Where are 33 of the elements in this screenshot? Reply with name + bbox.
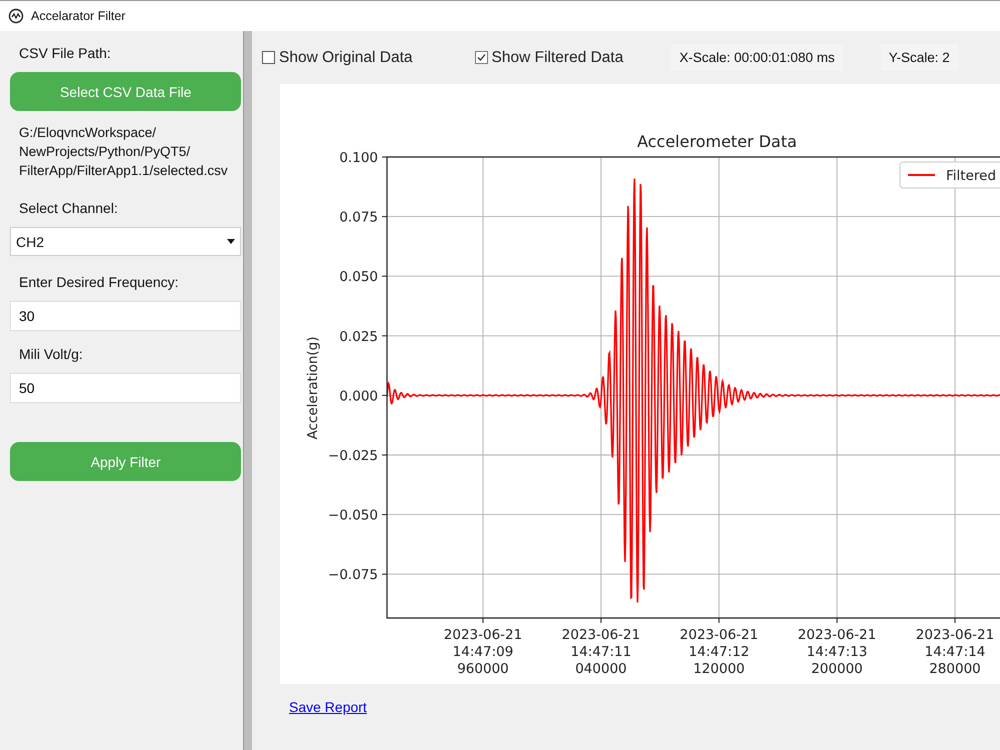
chart-title: Accelerometer Data bbox=[637, 132, 797, 151]
tick-label: 0.050 bbox=[339, 269, 378, 286]
y-scale-label: Y-Scale: 2 bbox=[880, 44, 958, 71]
tick-label: 2023-06-21 14:47:12 120000 bbox=[680, 627, 758, 677]
frequency-field[interactable]: 30 bbox=[10, 301, 242, 331]
millivolt-field[interactable]: 50 bbox=[10, 373, 242, 403]
field-label: Enter Desired Frequency: bbox=[18, 273, 180, 292]
legend-label: Filtered bbox=[946, 168, 996, 184]
channel-dropdown[interactable]: CH2 bbox=[10, 227, 242, 256]
tick-label: −0.075 bbox=[328, 567, 378, 584]
field-label: Select Channel: bbox=[18, 199, 119, 218]
tick-label: 2023-06-21 14:47:11 040000 bbox=[562, 627, 640, 677]
field-label: CSV File Path: bbox=[18, 44, 112, 63]
checkbox[interactable]: Show Filtered Data bbox=[474, 48, 624, 66]
checkbox[interactable]: Show Original Data bbox=[262, 48, 413, 66]
tick-label: 2023-06-21 14:47:14 280000 bbox=[916, 627, 994, 677]
tick-label: 0.000 bbox=[339, 388, 378, 404]
tick-label: −0.025 bbox=[328, 448, 378, 464]
x-scale-label: X-Scale: 00:00:01:080 ms bbox=[671, 44, 843, 71]
tick-label: −0.050 bbox=[328, 508, 378, 524]
splitter-handle[interactable] bbox=[243, 31, 252, 750]
save-report-link[interactable]: Save Report bbox=[289, 699, 367, 715]
wave-icon bbox=[8, 8, 24, 24]
dropdown-arrow-icon bbox=[227, 239, 236, 244]
tick-label: 0.075 bbox=[339, 210, 378, 226]
field-label: Mili Volt/g: bbox=[18, 345, 84, 364]
window-title: Accelarator Filter bbox=[31, 9, 126, 23]
file-path-text: G:/EloqvncWorkspace/ NewProjects/Python/PyQT5/ FilterApp/FilterApp1.1/selected.csv bbox=[18, 124, 229, 180]
tick-label: 0.025 bbox=[339, 328, 378, 345]
tick-label: 0.100 bbox=[339, 150, 378, 166]
tick-label: 2023-06-21 14:47:13 200000 bbox=[798, 627, 876, 677]
tick-label: 2023-06-21 14:47:09 960000 bbox=[444, 627, 522, 677]
axis-label: Acceleration(g) bbox=[305, 336, 321, 440]
